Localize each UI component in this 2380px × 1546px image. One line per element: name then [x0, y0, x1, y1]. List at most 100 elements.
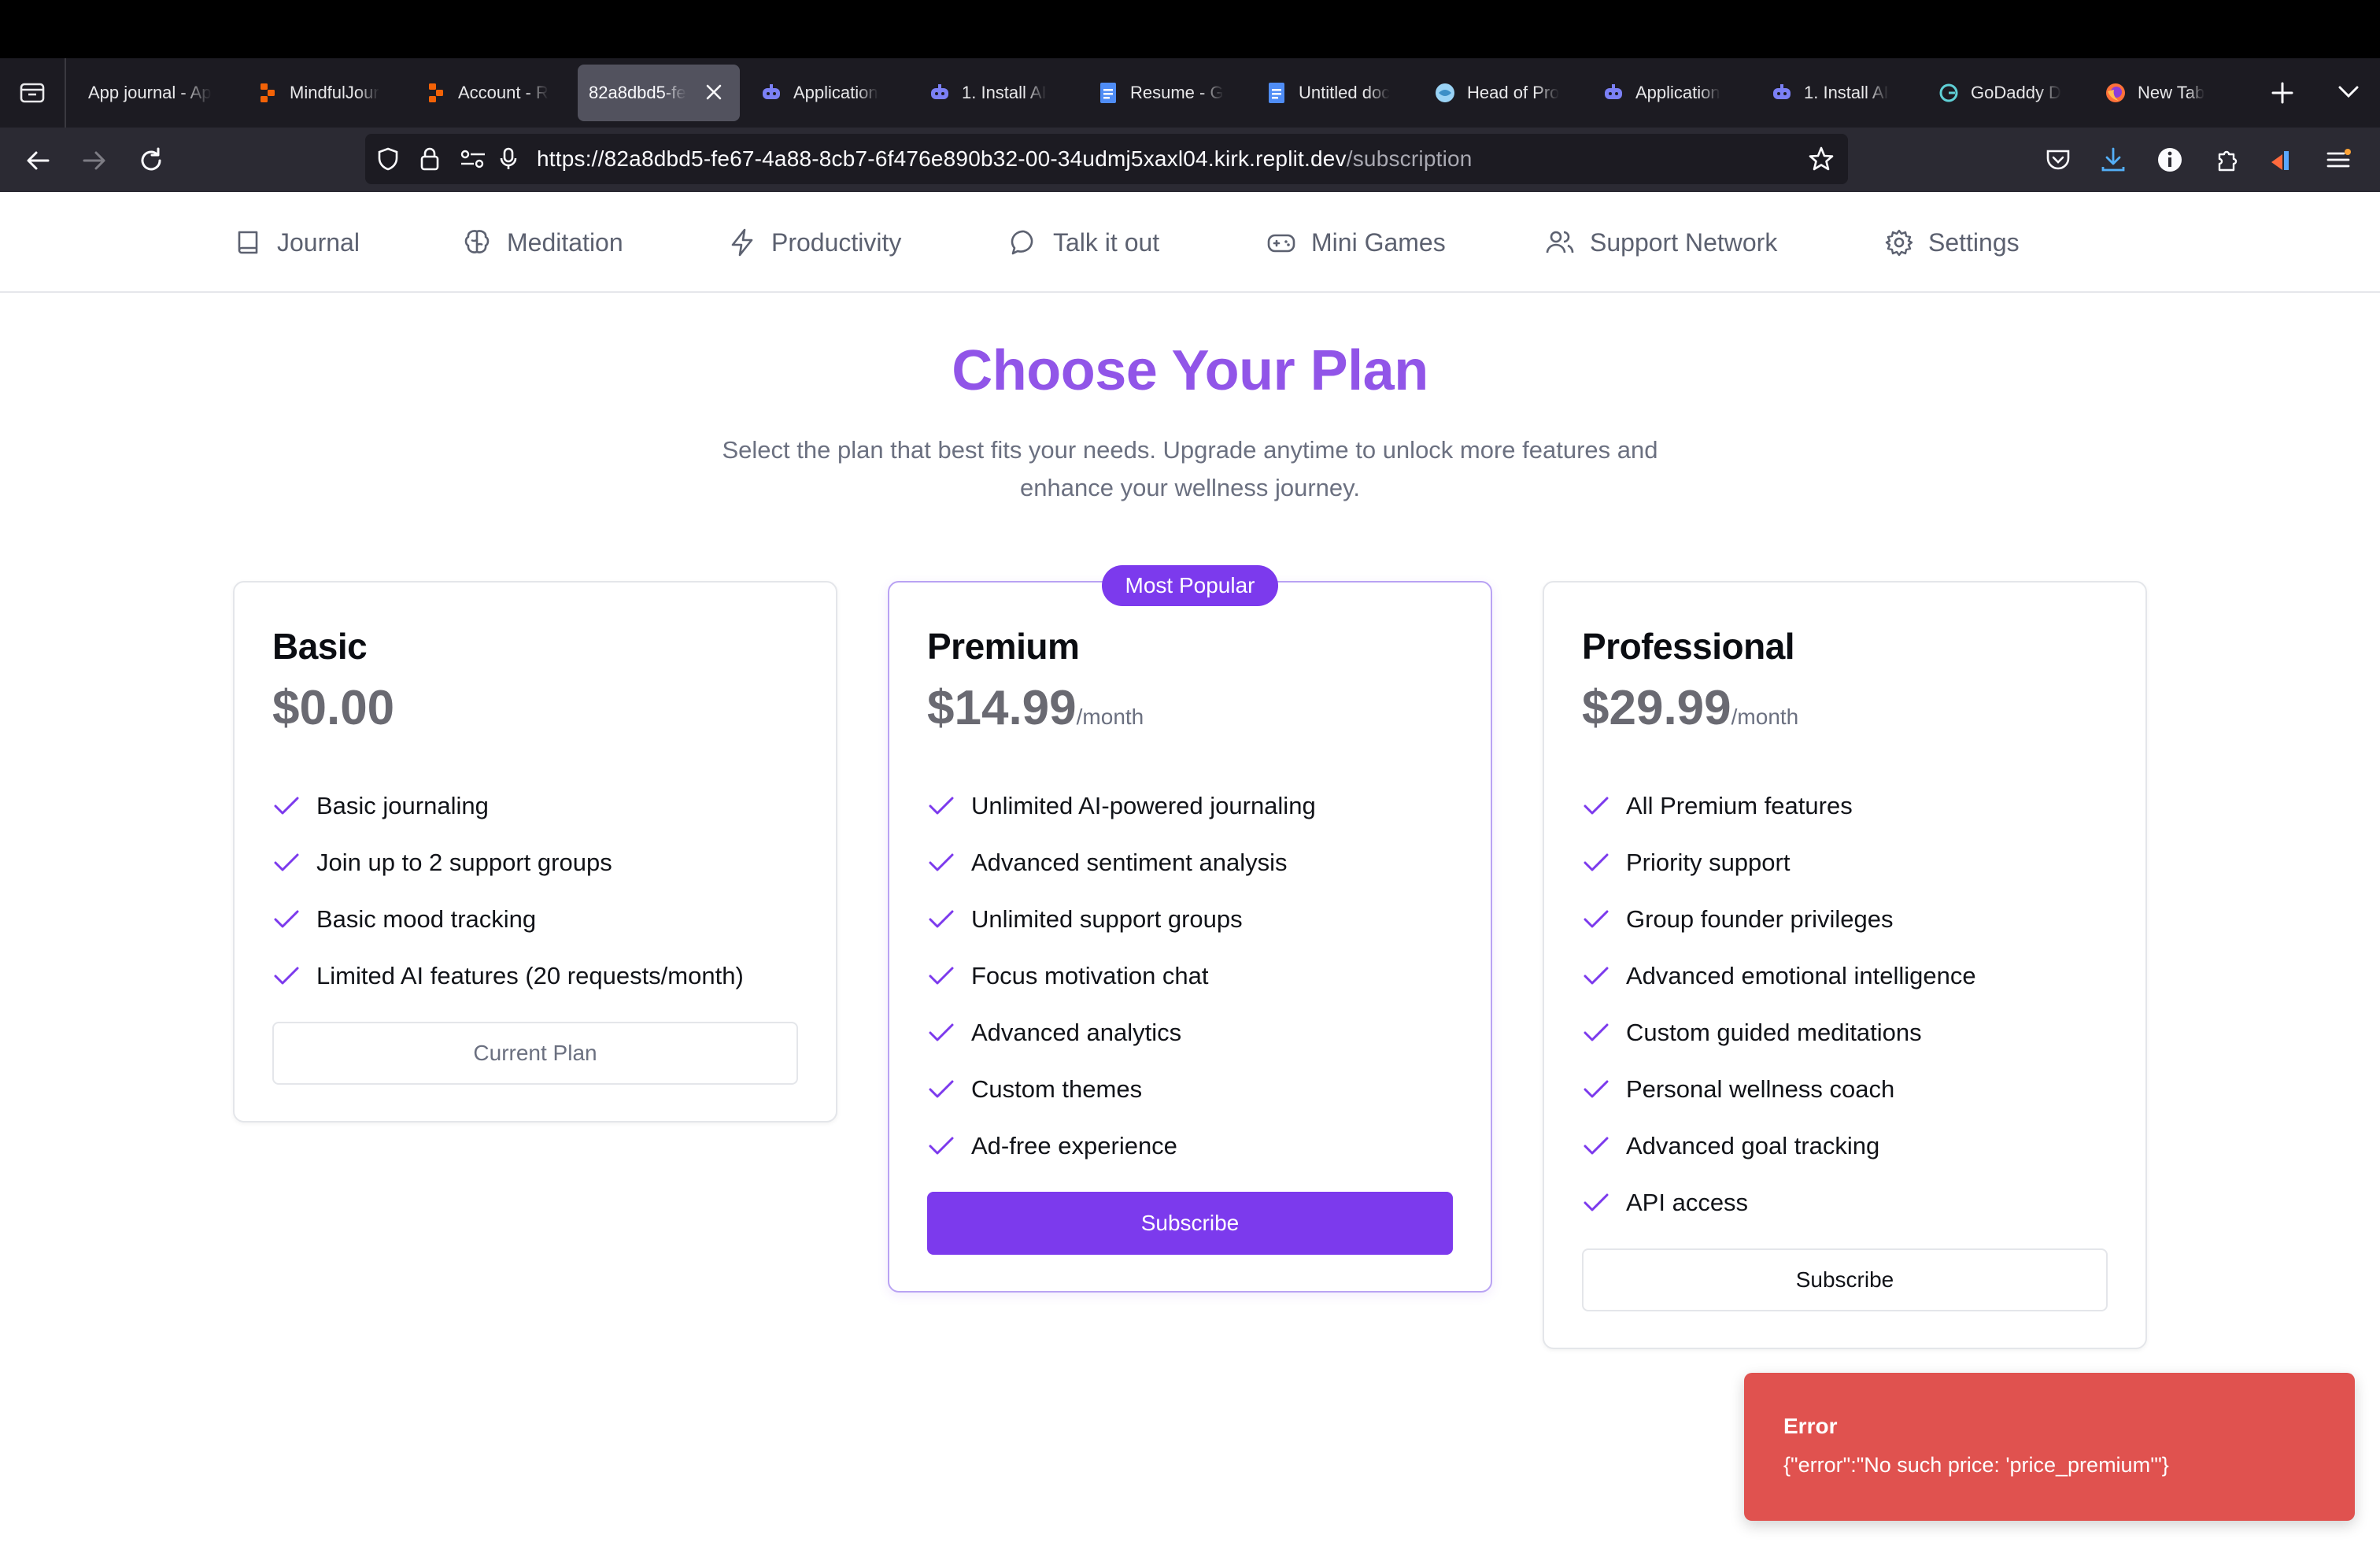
current-plan-button[interactable]: Current Plan: [272, 1022, 798, 1085]
claude-bot-icon: [1602, 82, 1624, 104]
tab-title: App journal - Ap: [88, 83, 212, 102]
plan-price: $29.99/month: [1582, 680, 1798, 736]
browser-tab[interactable]: 1. Install AI: [918, 65, 1072, 121]
pocket-icon[interactable]: [2045, 146, 2071, 173]
browser-tab[interactable]: Application: [1591, 65, 1746, 121]
check-icon: [1582, 1075, 1610, 1104]
globe-icon: [1434, 82, 1456, 104]
page-subtitle: Select the plan that best fits your need…: [722, 436, 1658, 501]
gamepad-icon: [1267, 234, 1295, 253]
check-icon: [927, 905, 955, 934]
back-arrow-icon[interactable]: [24, 146, 52, 175]
check-icon: [927, 792, 955, 820]
url-text[interactable]: https://82a8dbd5-fe67-4a88-8cb7-6f476e89…: [537, 146, 1473, 172]
nav-item-label: Productivity: [771, 227, 902, 257]
tab-title: Account - R: [458, 83, 549, 102]
nav-item-journal[interactable]: Journal: [233, 224, 360, 261]
toast-message: {"error":"No such price: 'price_premium'…: [1783, 1453, 2169, 1477]
most-popular-badge: Most Popular: [1102, 565, 1278, 606]
tab-title: 82a8dbd5-fe: [589, 83, 686, 102]
price-period: /month: [1731, 705, 1799, 729]
nav-item-label: Support Network: [1590, 227, 1778, 257]
claude-bot-icon: [760, 82, 782, 104]
browser-tab[interactable]: New Tab: [2094, 65, 2251, 121]
bookmark-star-icon[interactable]: [1807, 145, 1835, 173]
download-icon[interactable]: [2100, 146, 2127, 173]
check-icon: [272, 962, 301, 990]
feature-text: Unlimited support groups: [971, 905, 1243, 933]
feature-text: Unlimited AI-powered journaling: [971, 792, 1316, 819]
feature-item: Advanced sentiment analysis: [927, 834, 1316, 891]
feature-list: All Premium features Priority support Gr…: [1582, 778, 1976, 1231]
lightning-icon: [731, 228, 753, 257]
tab-strip: App journal - Ap MindfulJour Account - R…: [0, 58, 2380, 128]
feature-item: All Premium features: [1582, 778, 1976, 834]
feature-text: Custom themes: [971, 1075, 1143, 1103]
close-tab-icon[interactable]: [702, 80, 726, 104]
reload-icon[interactable]: [137, 146, 165, 175]
plan-name: Premium: [927, 626, 1080, 667]
subscribe-premium-button[interactable]: Subscribe: [927, 1192, 1453, 1255]
nav-item-meditation[interactable]: Meditation: [461, 224, 623, 261]
feature-item: Advanced emotional intelligence: [1582, 948, 1976, 1004]
tab-title: Application: [793, 83, 878, 102]
godaddy-icon: [1938, 82, 1960, 104]
tab-title: GoDaddy D: [1971, 83, 2061, 102]
browser-tab[interactable]: Head of Pro: [1423, 65, 1577, 121]
nav-item-mini-games[interactable]: Mini Games: [1266, 224, 1446, 261]
users-icon: [1546, 231, 1574, 253]
check-icon: [1582, 792, 1610, 820]
nav-item-support-network[interactable]: Support Network: [1544, 224, 1777, 261]
check-icon: [1582, 1132, 1610, 1160]
browser-tab[interactable]: GoDaddy D: [1927, 65, 2081, 121]
feature-text: Advanced analytics: [971, 1019, 1182, 1046]
plan-name: Basic: [272, 626, 368, 667]
url-bar[interactable]: https://82a8dbd5-fe67-4a88-8cb7-6f476e89…: [365, 134, 1848, 184]
error-toast[interactable]: Error {"error":"No such price: 'price_pr…: [1744, 1373, 2355, 1521]
nav-item-settings[interactable]: Settings: [1884, 224, 2020, 261]
forward-arrow-icon[interactable]: [80, 146, 109, 175]
shield-icon[interactable]: [376, 146, 400, 172]
nav-item-productivity[interactable]: Productivity: [727, 224, 901, 261]
feature-item: Unlimited support groups: [927, 891, 1316, 948]
browser-tab[interactable]: Application: [749, 65, 904, 121]
nav-item-label: Mini Games: [1311, 227, 1446, 257]
tab-title: 1. Install AI: [1804, 83, 1889, 102]
lock-icon[interactable]: [419, 146, 441, 172]
book-icon: [238, 231, 258, 254]
microphone-icon[interactable]: [499, 146, 518, 172]
feature-text: API access: [1626, 1189, 1749, 1216]
browser-tab[interactable]: Account - R: [414, 65, 564, 121]
browser-tab[interactable]: App journal - Ap: [77, 65, 231, 121]
feature-text: Advanced sentiment analysis: [971, 849, 1288, 876]
feature-list: Basic journaling Join up to 2 support gr…: [272, 778, 744, 1004]
nav-item-talk-it-out[interactable]: Talk it out: [1009, 224, 1159, 261]
colorful-extension-icon[interactable]: [2268, 146, 2295, 173]
nav-item-label: Talk it out: [1053, 227, 1160, 257]
browser-tab[interactable]: Untitled doc: [1255, 65, 1409, 121]
url-host: https://82a8dbd5-fe67-4a88-8cb7-6f476e89…: [537, 146, 1347, 171]
firefox-view-button[interactable]: [0, 58, 66, 128]
browser-tab[interactable]: MindfulJour: [246, 65, 403, 121]
check-icon: [272, 792, 301, 820]
subscribe-professional-button[interactable]: Subscribe: [1582, 1248, 2108, 1311]
replit-icon: [257, 82, 279, 104]
plan-name: Professional: [1582, 626, 1795, 667]
new-tab-icon[interactable]: [2267, 77, 2298, 109]
browser-tab[interactable]: 1. Install AI: [1760, 65, 1914, 121]
info-extension-icon[interactable]: [2156, 146, 2183, 173]
extensions-puzzle-icon[interactable]: [2213, 146, 2240, 173]
plan-card-professional: Professional $29.99/month All Premium fe…: [1543, 581, 2147, 1349]
feature-item: Focus motivation chat: [927, 948, 1316, 1004]
feature-item: API access: [1582, 1174, 1976, 1231]
chevron-down-icon[interactable]: [2336, 82, 2361, 101]
browser-tab[interactable]: Resume - G: [1086, 65, 1240, 121]
app-menu-icon[interactable]: [2325, 146, 2352, 173]
feature-item: Basic journaling: [272, 778, 744, 834]
permissions-icon[interactable]: [460, 148, 486, 170]
check-icon: [1582, 905, 1610, 934]
browser-tab-active[interactable]: 82a8dbd5-fe: [578, 65, 740, 121]
replit-icon: [425, 82, 447, 104]
tab-title: Application: [1635, 83, 1720, 102]
check-icon: [927, 849, 955, 877]
